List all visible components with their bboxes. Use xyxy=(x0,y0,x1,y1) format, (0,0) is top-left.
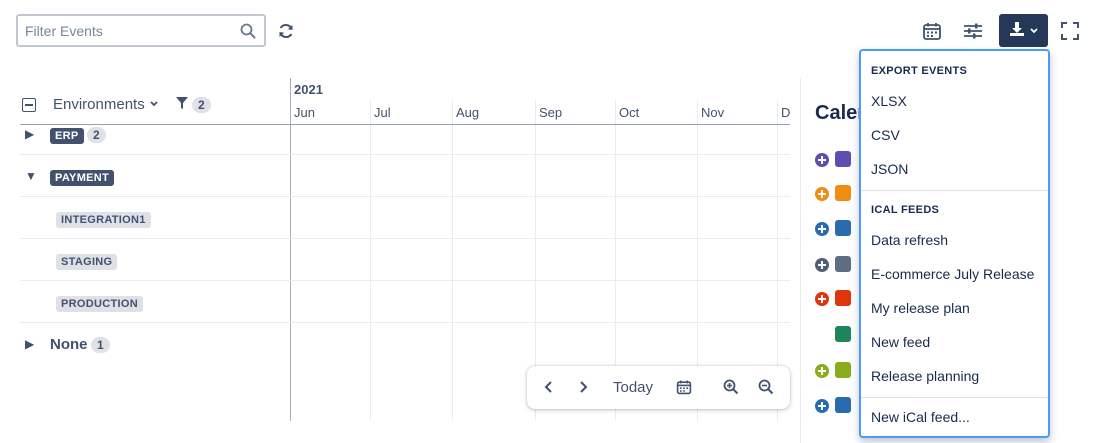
filter-events-input[interactable] xyxy=(18,16,228,45)
collapse-icon[interactable]: ▼ xyxy=(25,169,37,183)
calendar-icon[interactable] xyxy=(920,19,944,43)
environments-label: Environments xyxy=(53,96,145,113)
environment-lozenge: ERP xyxy=(50,128,84,144)
export-dropdown: EXPORT EVENTS XLSX CSV JSON ICAL FEEDS D… xyxy=(859,49,1050,438)
count-badge: 2 xyxy=(87,127,106,143)
menu-divider xyxy=(861,190,1048,191)
filter-toggle[interactable]: 2 xyxy=(175,96,211,113)
filter-count-badge: 2 xyxy=(192,96,211,113)
environment-lozenge: PAYMENT xyxy=(50,170,115,186)
tree-row-none: ▶ None 1 xyxy=(20,323,790,365)
add-calendar-icon[interactable] xyxy=(815,292,829,306)
calendar-color-swatch xyxy=(835,362,851,378)
count-badge: 1 xyxy=(91,337,110,353)
ical-feed-item[interactable]: New feed xyxy=(871,334,930,350)
today-button[interactable]: Today xyxy=(609,377,657,397)
fullscreen-icon[interactable] xyxy=(1058,19,1082,43)
calendar-item[interactable] xyxy=(815,256,855,274)
calendar-item[interactable] xyxy=(815,362,855,380)
add-calendar-icon[interactable] xyxy=(815,153,829,167)
calendar-icon[interactable] xyxy=(673,377,695,397)
calendar-color-swatch xyxy=(835,290,851,306)
previous-icon[interactable] xyxy=(539,377,559,397)
add-calendar-icon[interactable] xyxy=(815,222,829,236)
add-calendar-icon[interactable] xyxy=(815,187,829,201)
refresh-icon[interactable] xyxy=(275,20,297,42)
export-json-item[interactable]: JSON xyxy=(871,161,908,177)
calendar-color-swatch xyxy=(835,326,851,342)
zoom-out-icon[interactable] xyxy=(755,377,777,397)
search-icon[interactable] xyxy=(240,23,256,42)
zoom-in-icon[interactable] xyxy=(720,377,742,397)
tree-row-payment: ▼ PAYMENT xyxy=(20,155,790,197)
year-label: 2021 xyxy=(294,82,323,97)
calendar-item[interactable] xyxy=(815,185,855,203)
environments-dropdown[interactable]: Environments xyxy=(53,96,159,113)
next-icon[interactable] xyxy=(573,377,593,397)
add-calendar-icon[interactable] xyxy=(815,258,829,272)
expand-icon[interactable]: ▶ xyxy=(25,127,34,141)
add-calendar-icon[interactable] xyxy=(815,364,829,378)
filter-icon xyxy=(175,96,189,113)
calendar-color-swatch xyxy=(835,397,851,413)
chevron-down-icon xyxy=(1029,23,1039,39)
tree-row-production: PRODUCTION xyxy=(20,281,790,323)
collapse-all-icon[interactable] xyxy=(22,98,36,112)
chevron-down-icon xyxy=(149,96,159,113)
calendar-color-swatch xyxy=(835,256,851,272)
environment-lozenge: INTEGRATION1 xyxy=(56,212,151,228)
export-xlsx-item[interactable]: XLSX xyxy=(871,93,907,109)
export-csv-item[interactable]: CSV xyxy=(871,127,900,143)
environment-lozenge: PRODUCTION xyxy=(56,296,143,312)
ical-feed-item[interactable]: Data refresh xyxy=(871,232,948,248)
ical-feed-item[interactable]: E-commerce July Release xyxy=(871,266,1034,282)
ical-feed-item[interactable]: Release planning xyxy=(871,368,979,384)
export-events-heading: EXPORT EVENTS xyxy=(871,65,968,77)
ical-feeds-heading: ICAL FEEDS xyxy=(871,204,940,216)
filter-events-box[interactable] xyxy=(16,14,266,47)
ical-feed-item[interactable]: My release plan xyxy=(871,300,970,316)
none-label: None xyxy=(50,336,88,353)
environment-lozenge: STAGING xyxy=(56,254,118,270)
download-icon xyxy=(1009,21,1025,40)
calendar-color-swatch xyxy=(835,220,851,236)
calendar-color-swatch xyxy=(835,151,851,167)
add-calendar-icon[interactable] xyxy=(815,399,829,413)
sliders-icon[interactable] xyxy=(961,19,985,43)
calendar-item[interactable] xyxy=(815,151,855,169)
export-button[interactable] xyxy=(999,14,1048,47)
new-ical-feed-item[interactable]: New iCal feed... xyxy=(871,409,970,425)
menu-divider xyxy=(861,397,1048,398)
tree-row-staging: STAGING xyxy=(20,239,790,281)
calendar-item[interactable] xyxy=(815,220,855,238)
tree-row-integration1: INTEGRATION1 xyxy=(20,197,790,239)
calendar-color-swatch xyxy=(835,185,851,201)
expand-icon[interactable]: ▶ xyxy=(25,337,34,351)
calendar-item[interactable] xyxy=(815,290,855,308)
timeline-navigation: Today xyxy=(527,366,790,409)
panel-divider xyxy=(800,78,801,443)
tree-row-erp: ▶ ERP 2 xyxy=(20,113,790,155)
calendar-item[interactable] xyxy=(815,326,855,344)
calendar-item[interactable] xyxy=(815,397,855,415)
